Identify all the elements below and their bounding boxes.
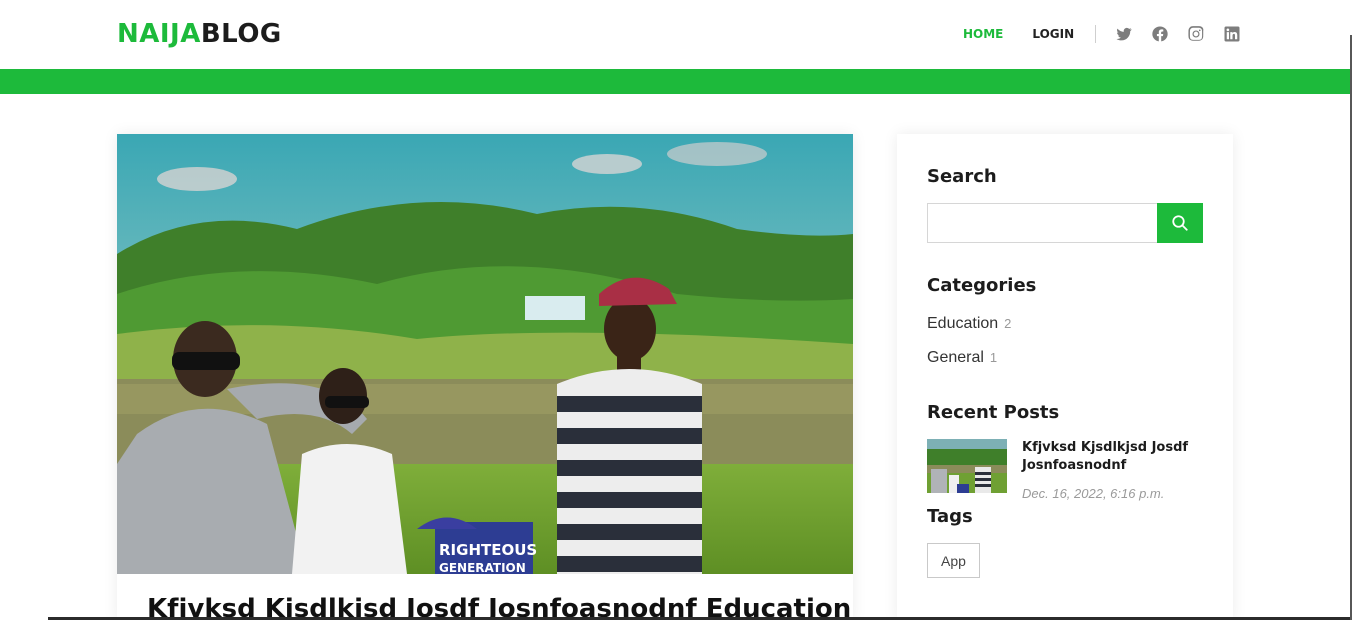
linkedin-icon[interactable]	[1223, 25, 1241, 43]
recent-post-title[interactable]: Kfjvksd Kjsdlkjsd Josdf Josnfoasnodnf	[1022, 439, 1212, 475]
header-accent-bar	[0, 69, 1350, 94]
category-name: Education	[927, 315, 999, 332]
recent-post-thumbnail[interactable]	[927, 439, 1007, 493]
post-featured-image[interactable]: RIGHTEOUS GENERATION	[117, 134, 853, 574]
nav-home-link[interactable]: HOME	[963, 27, 1003, 41]
instagram-icon[interactable]	[1187, 25, 1205, 43]
post-card[interactable]: RIGHTEOUS GENERATION Kfjvksd Kjsdlkjsd J…	[117, 134, 853, 620]
search-button[interactable]	[1157, 203, 1203, 243]
tags-heading: Tags	[927, 506, 973, 527]
categories-heading: Categories	[927, 275, 1037, 296]
site-header: NAIJABLOG HOME LOGIN	[0, 0, 1352, 69]
search-input[interactable]	[927, 203, 1158, 243]
social-links	[1115, 25, 1241, 43]
facebook-icon[interactable]	[1151, 25, 1169, 43]
category-count: 2	[1004, 316, 1012, 331]
sign-text-line-1: RIGHTEOUS	[439, 541, 537, 559]
nav-divider	[1095, 25, 1097, 43]
recent-posts-heading: Recent Posts	[927, 402, 1060, 423]
twitter-icon[interactable]	[1115, 25, 1133, 43]
search-heading: Search	[927, 166, 997, 187]
category-item-education[interactable]: Education 2	[927, 315, 1011, 333]
nav-login-link[interactable]: LOGIN	[1032, 27, 1074, 41]
logo-part-2: BLOG	[200, 19, 282, 49]
category-name: General	[927, 349, 984, 366]
category-count: 1	[989, 350, 998, 365]
search-icon	[1172, 215, 1188, 231]
tag-app[interactable]: App	[927, 543, 980, 578]
recent-post-date: Dec. 16, 2022, 6:16 p.m.	[1022, 486, 1165, 501]
category-item-general[interactable]: General 1	[927, 349, 997, 367]
sidebar: Search Categories Education 2 General 1 Re…	[897, 134, 1233, 620]
sign-text-line-2: GENERATION	[439, 561, 526, 574]
main-nav: HOME LOGIN	[963, 24, 1241, 44]
site-logo[interactable]: NAIJABLOG	[117, 19, 282, 49]
logo-part-1: NAIJA	[117, 19, 201, 49]
